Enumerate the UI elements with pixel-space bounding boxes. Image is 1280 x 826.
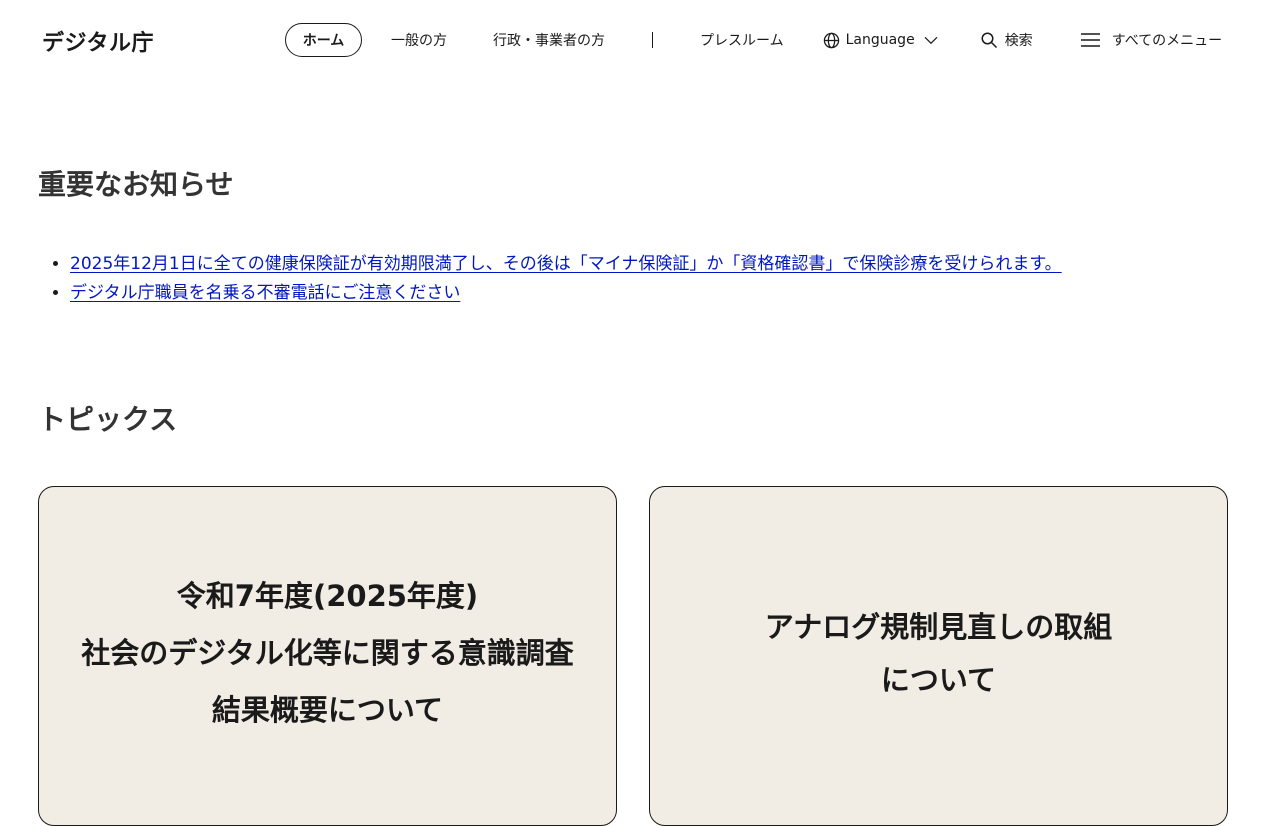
nav-press-room[interactable]: プレスルーム: [700, 23, 784, 57]
nav-home[interactable]: ホーム: [285, 23, 362, 57]
search-icon: [981, 32, 997, 49]
language-label: Language: [845, 32, 915, 48]
hamburger-menu-icon: [1080, 33, 1100, 47]
nav-divider: [652, 32, 653, 48]
topic-card-survey[interactable]: 令和7年度(2025年度) 社会のデジタル化等に関する意識調査 結果概要について: [38, 486, 617, 826]
site-logo[interactable]: デジタル庁: [42, 25, 154, 57]
important-notices-heading: 重要なお知らせ: [38, 168, 234, 201]
list-item: デジタル庁職員を名乗る不審電話にご注意ください: [70, 279, 1062, 308]
important-notices-list: 2025年12月1日に全ての健康保険証が有効期限満了し、その後は「マイナ保険証」…: [38, 250, 1062, 308]
all-menu-button[interactable]: すべてのメニュー: [1080, 23, 1223, 57]
site-header: デジタル庁 ホーム 一般の方 行政・事業者の方 プレスルーム Language …: [0, 0, 1280, 80]
chevron-down-icon: [924, 36, 938, 45]
globe-icon: [823, 32, 839, 48]
topic-card-analog-regulation[interactable]: アナログ規制見直しの取組 について: [649, 486, 1228, 826]
topic-card-title: 令和7年度(2025年度) 社会のデジタル化等に関する意識調査 結果概要について: [81, 579, 574, 727]
search-button[interactable]: 検索: [980, 23, 1033, 57]
notice-link-suspicious-calls[interactable]: デジタル庁職員を名乗る不審電話にご注意ください: [70, 283, 460, 303]
nav-general-public[interactable]: 一般の方: [391, 23, 447, 57]
list-item: 2025年12月1日に全ての健康保険証が有効期限満了し、その後は「マイナ保険証」…: [70, 250, 1062, 279]
all-menu-label: すべてのメニュー: [1111, 33, 1223, 49]
search-label: 検索: [1004, 33, 1033, 49]
nav-government-business[interactable]: 行政・事業者の方: [493, 23, 605, 57]
topic-card-title: アナログ規制見直しの取組 について: [764, 610, 1113, 697]
notice-link-health-insurance[interactable]: 2025年12月1日に全ての健康保険証が有効期限満了し、その後は「マイナ保険証」…: [70, 254, 1062, 274]
global-nav: ホーム 一般の方 行政・事業者の方 プレスルーム Language 検索 すべて…: [285, 23, 1222, 57]
language-selector[interactable]: Language: [823, 23, 939, 57]
topics-heading: トピックス: [38, 403, 178, 436]
